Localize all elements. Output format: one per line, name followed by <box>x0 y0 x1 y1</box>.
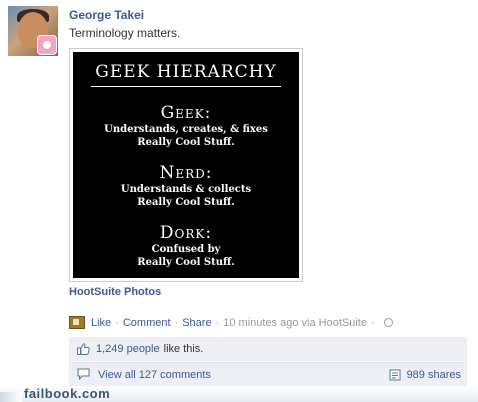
share-icon <box>389 369 401 381</box>
post-photo[interactable]: GEEK HIERARCHY Geek: Understands, create… <box>69 48 303 282</box>
poster-image: GEEK HIERARCHY Geek: Understands, create… <box>73 52 299 278</box>
poster-desc: Really Cool Stuff. <box>137 137 235 148</box>
photo-app-icon <box>69 316 85 329</box>
separator: · <box>174 316 179 329</box>
poster-divider <box>91 86 281 87</box>
share-link[interactable]: Share <box>182 317 211 329</box>
thumbs-up-icon <box>77 343 90 355</box>
separator: · <box>215 316 220 329</box>
shares-count-label: 989 shares <box>406 369 461 381</box>
watermark-fade <box>0 392 22 402</box>
like-link[interactable]: Like <box>91 317 111 329</box>
post-message: Terminology matters. <box>69 26 181 40</box>
author-avatar[interactable] <box>8 6 58 56</box>
post-actions-bar: Like · Comment · Share · 10 minutes ago … <box>69 316 393 329</box>
poster-desc: Really Cool Stuff. <box>137 197 235 208</box>
watermark-text: failbook.com <box>24 386 111 401</box>
poster-term: Geek: <box>160 103 212 123</box>
poster-title: GEEK HIERARCHY <box>95 62 277 82</box>
poster-desc: Understands & collects <box>120 184 252 195</box>
poster-term: Dork: <box>159 223 213 243</box>
separator: · <box>370 316 375 329</box>
author-name[interactable]: George Takei <box>69 8 144 22</box>
site-watermark: failbook.com <box>0 386 478 402</box>
poster-desc: Really Cool Stuff. <box>137 257 235 268</box>
globe-icon <box>383 318 393 327</box>
likes-summary: 1,249 people like this. <box>69 337 467 361</box>
likes-count-link[interactable]: 1,249 people <box>96 343 160 355</box>
poster-term: Nerd: <box>159 163 213 183</box>
shares-count[interactable]: 989 shares <box>389 363 461 387</box>
comment-bubble-icon <box>77 368 90 383</box>
poster-desc: Understands, creates, & fixes <box>104 124 268 135</box>
poster-desc: Confused by <box>151 244 221 255</box>
likes-suffix: like this. <box>163 343 204 355</box>
comments-summary: View all 127 comments 989 shares <box>69 362 467 387</box>
app-badge-icon <box>37 35 57 55</box>
view-all-comments-link[interactable]: View all 127 comments <box>98 369 211 381</box>
comment-link[interactable]: Comment <box>123 317 171 329</box>
photo-album-link[interactable]: HootSuite Photos <box>69 286 161 298</box>
post-timestamp[interactable]: 10 minutes ago via HootSuite <box>223 317 367 329</box>
separator: · <box>115 316 119 329</box>
